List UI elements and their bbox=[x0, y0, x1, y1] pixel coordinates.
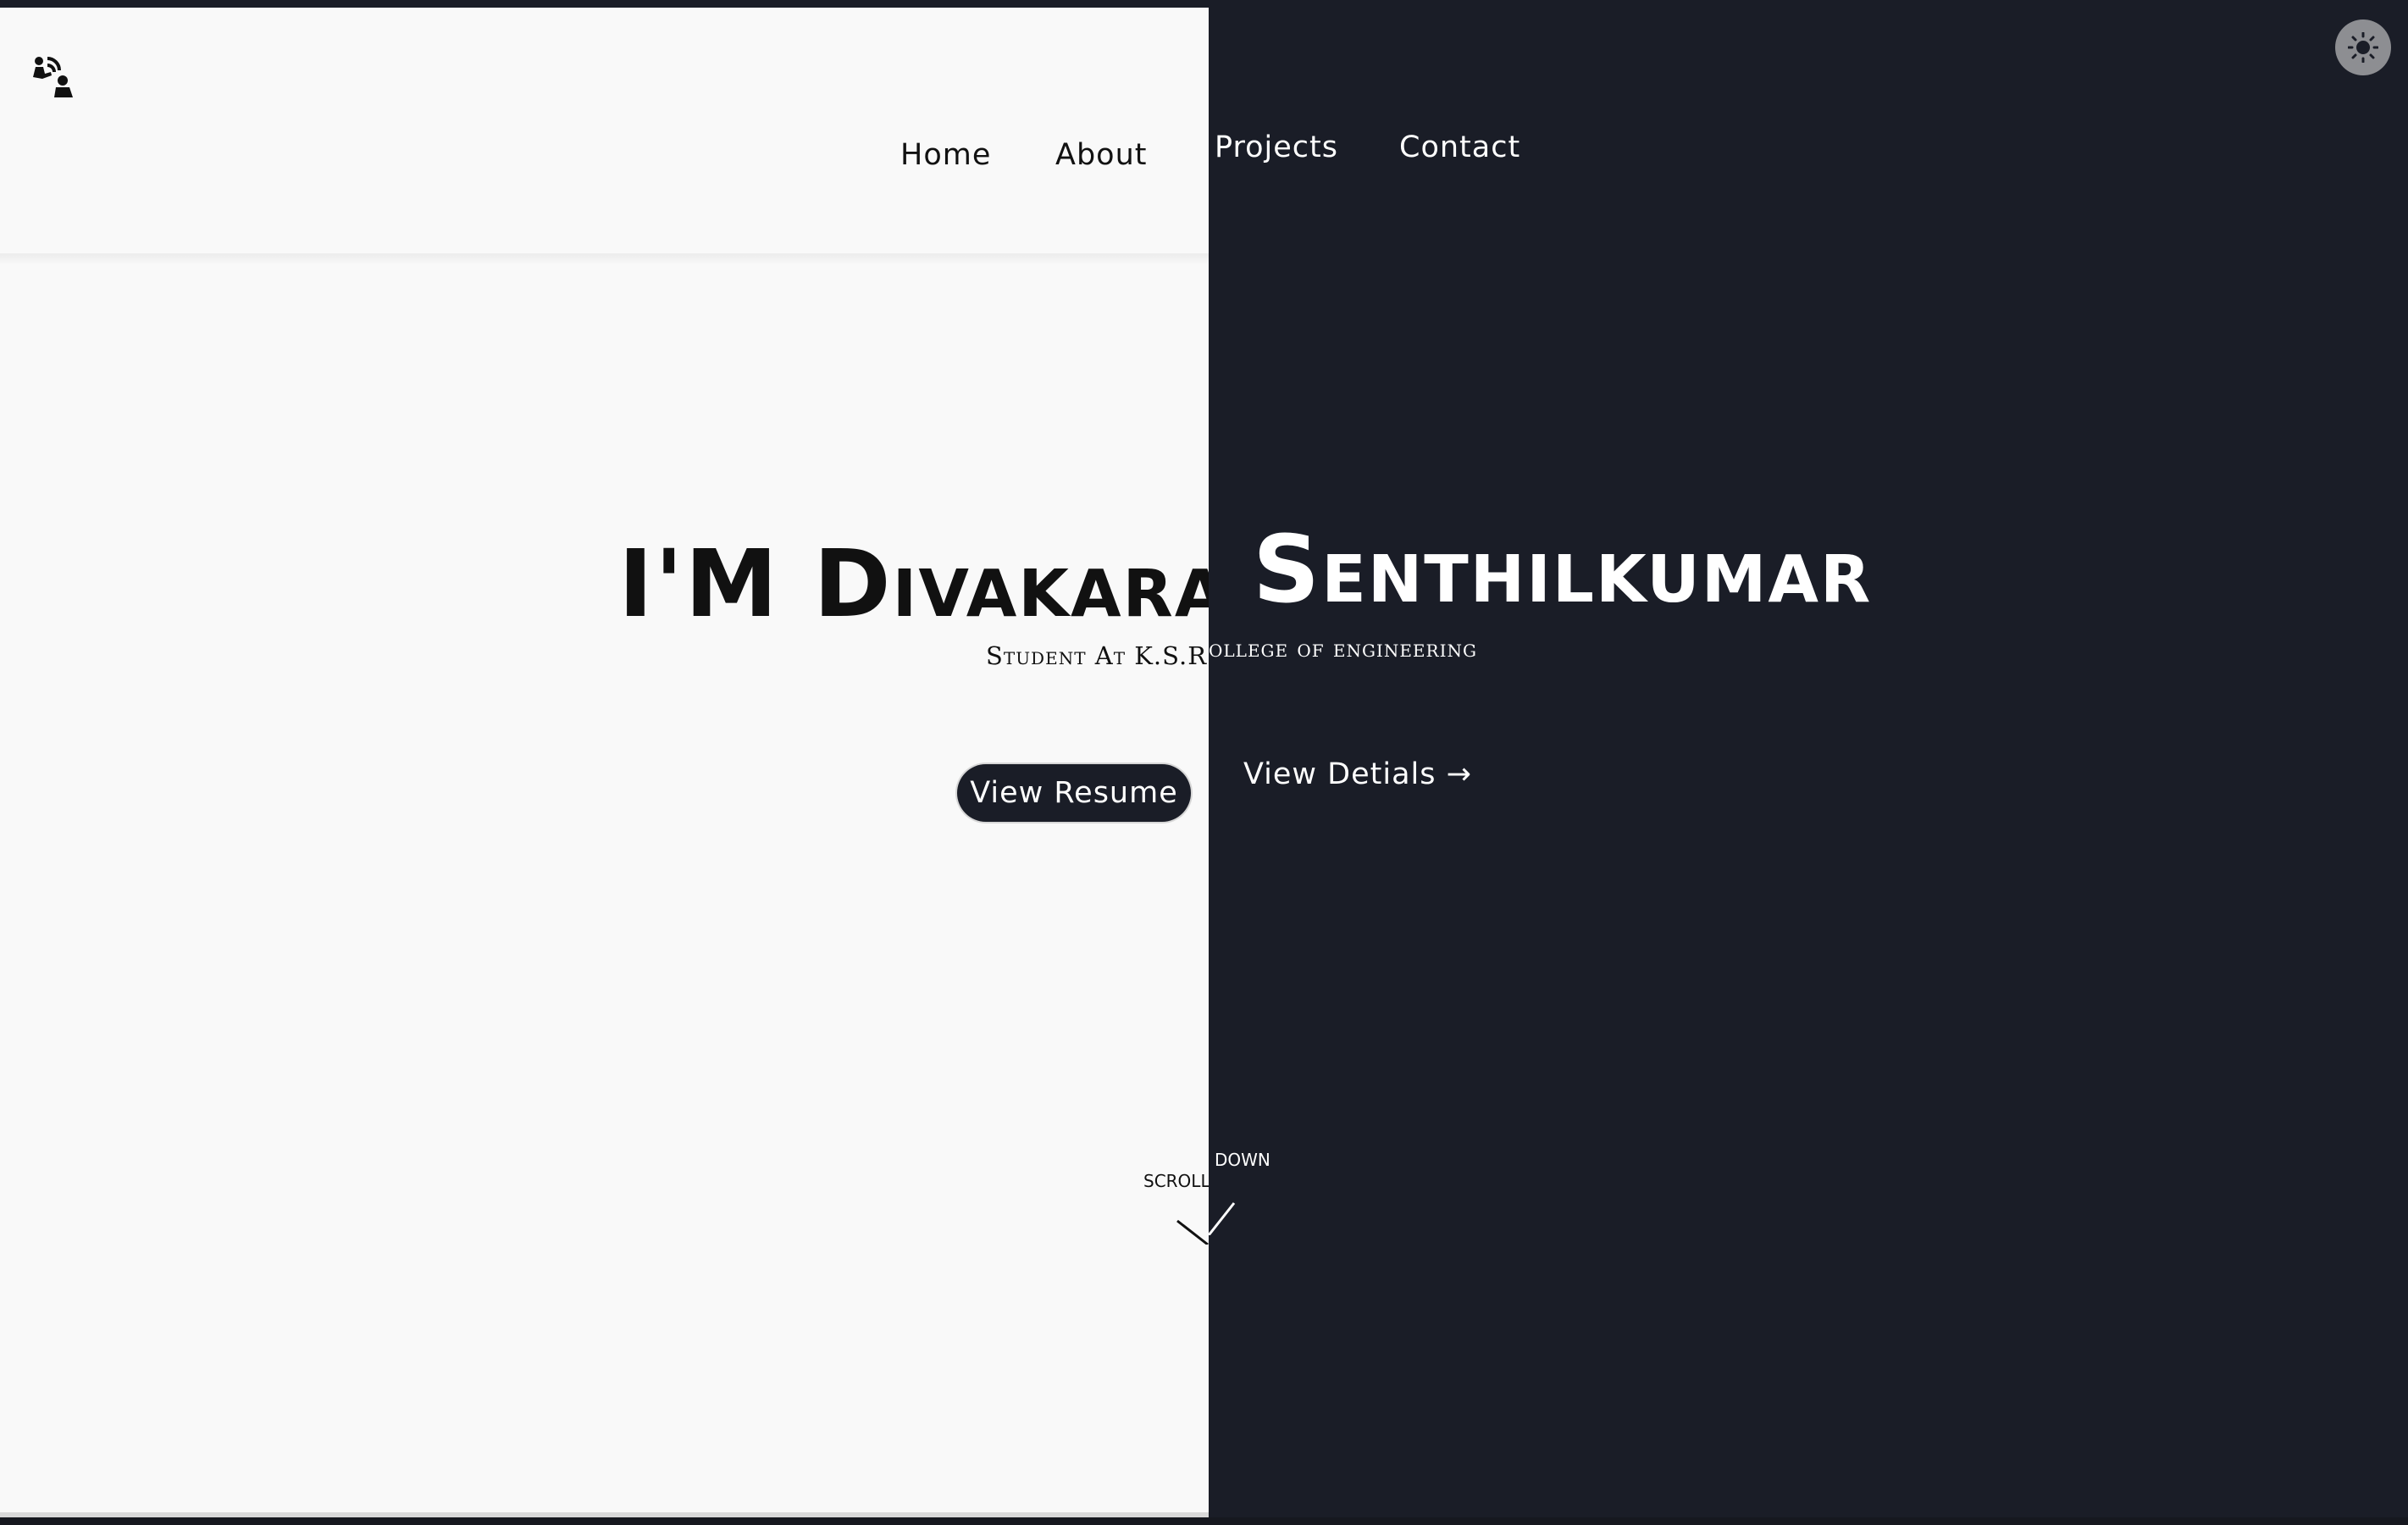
arrow-right-icon: → bbox=[1446, 757, 1472, 791]
hero-subtitle-part: Student At K.S.R. c bbox=[986, 641, 1209, 670]
dark-theme-panel: Projects Contact Senthilkumar ollege of … bbox=[1209, 0, 2408, 1517]
hero-title-part: I'M Divakaran_ bbox=[618, 530, 1209, 638]
header-divider bbox=[0, 253, 1209, 265]
portfolio-screen: Home About I'M Divakaran_ Student At K.S… bbox=[0, 0, 2408, 1525]
view-details-label: View Detials bbox=[1243, 757, 1436, 791]
nav-home-link[interactable]: Home bbox=[900, 138, 991, 172]
scroll-down-chevron-icon[interactable] bbox=[1176, 1211, 1209, 1245]
nav-contact-link[interactable]: Contact bbox=[1399, 130, 1520, 164]
theme-toggle-button[interactable] bbox=[2335, 19, 2391, 75]
scroll-hint-label: DOWN bbox=[1215, 1150, 1270, 1170]
nav-about-link[interactable]: About bbox=[1055, 138, 1147, 172]
light-theme-panel: Home About I'M Divakaran_ Student At K.S… bbox=[0, 8, 1209, 1517]
hero-subtitle-part: ollege of engineering bbox=[1209, 634, 1477, 663]
view-details-link[interactable]: View Detials → bbox=[1243, 757, 1472, 791]
hero-title-part: Senthilkumar bbox=[1253, 515, 1873, 624]
scroll-down-chevron-icon[interactable] bbox=[1209, 1201, 1243, 1235]
scroll-hint-label: SCROLL bbox=[1143, 1171, 1209, 1191]
view-resume-button[interactable]: View Resume bbox=[957, 764, 1191, 822]
sun-icon bbox=[2348, 32, 2378, 63]
person-signal-icon[interactable] bbox=[32, 55, 76, 99]
bottom-strip bbox=[0, 1517, 2408, 1525]
nav-projects-link[interactable]: Projects bbox=[1215, 130, 1338, 164]
